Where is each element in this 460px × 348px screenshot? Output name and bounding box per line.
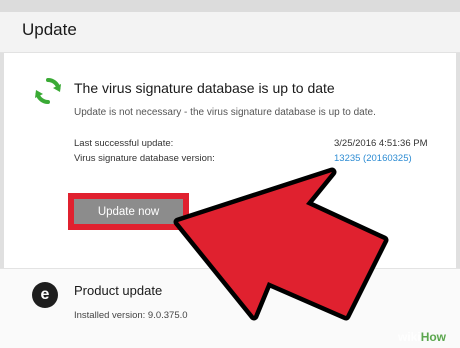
last-update-label: Last successful update:: [74, 138, 174, 149]
page-title: Update: [22, 20, 77, 39]
db-version-link[interactable]: 13235 (20160325): [334, 153, 412, 164]
watermark-how: How: [420, 330, 447, 344]
db-version-label: Virus signature database version:: [74, 153, 215, 164]
update-now-button[interactable]: Update now: [74, 199, 183, 224]
status-description: Update is not necessary - the virus sign…: [74, 107, 376, 118]
window-top-strip: [0, 0, 460, 12]
watermark-wiki: wiki: [398, 330, 421, 344]
product-update-section: [0, 269, 460, 348]
wikihow-watermark: wikiHow: [398, 330, 446, 344]
last-update-value: 3/25/2016 4:51:36 PM: [334, 138, 428, 149]
refresh-icon: [35, 78, 61, 104]
eset-logo-icon: e: [32, 282, 58, 308]
status-title: The virus signature database is up to da…: [74, 80, 335, 96]
installed-version-text: Installed version: 9.0.375.0: [74, 310, 188, 321]
product-update-title[interactable]: Product update: [74, 283, 162, 298]
update-window: Update The virus signature database is u…: [0, 0, 460, 348]
